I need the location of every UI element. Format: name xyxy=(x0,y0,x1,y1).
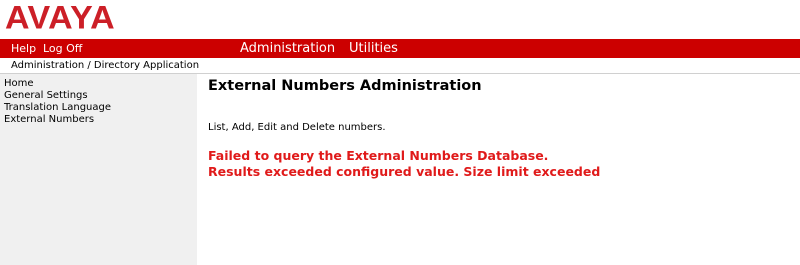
sidebar-item-translation-language[interactable]: Translation Language xyxy=(0,102,197,114)
top-nav-bar: Help Log Off Administration Utilities xyxy=(0,39,800,58)
breadcrumb-bar: Administration / Directory Application xyxy=(0,58,800,74)
sidebar-item-general-settings[interactable]: General Settings xyxy=(0,90,197,102)
error-message-query-failed: Failed to query the External Numbers Dat… xyxy=(208,148,549,163)
utilities-menu[interactable]: Utilities xyxy=(349,39,398,58)
sidebar-item-external-numbers[interactable]: External Numbers xyxy=(0,114,197,126)
sidebar: Home General Settings Translation Langua… xyxy=(0,74,197,265)
log-off-link[interactable]: Log Off xyxy=(43,39,82,58)
help-link[interactable]: Help xyxy=(11,39,36,58)
header-logo-area: AVAYA xyxy=(0,0,800,39)
avaya-logo: AVAYA xyxy=(5,0,116,37)
page-title: External Numbers Administration xyxy=(208,78,482,94)
administration-menu[interactable]: Administration xyxy=(240,39,335,58)
page-description: List, Add, Edit and Delete numbers. xyxy=(208,122,386,133)
breadcrumb: Administration / Directory Application xyxy=(11,60,200,71)
error-message-size-limit: Results exceeded configured value. Size … xyxy=(208,164,601,179)
sidebar-item-home[interactable]: Home xyxy=(0,78,197,90)
